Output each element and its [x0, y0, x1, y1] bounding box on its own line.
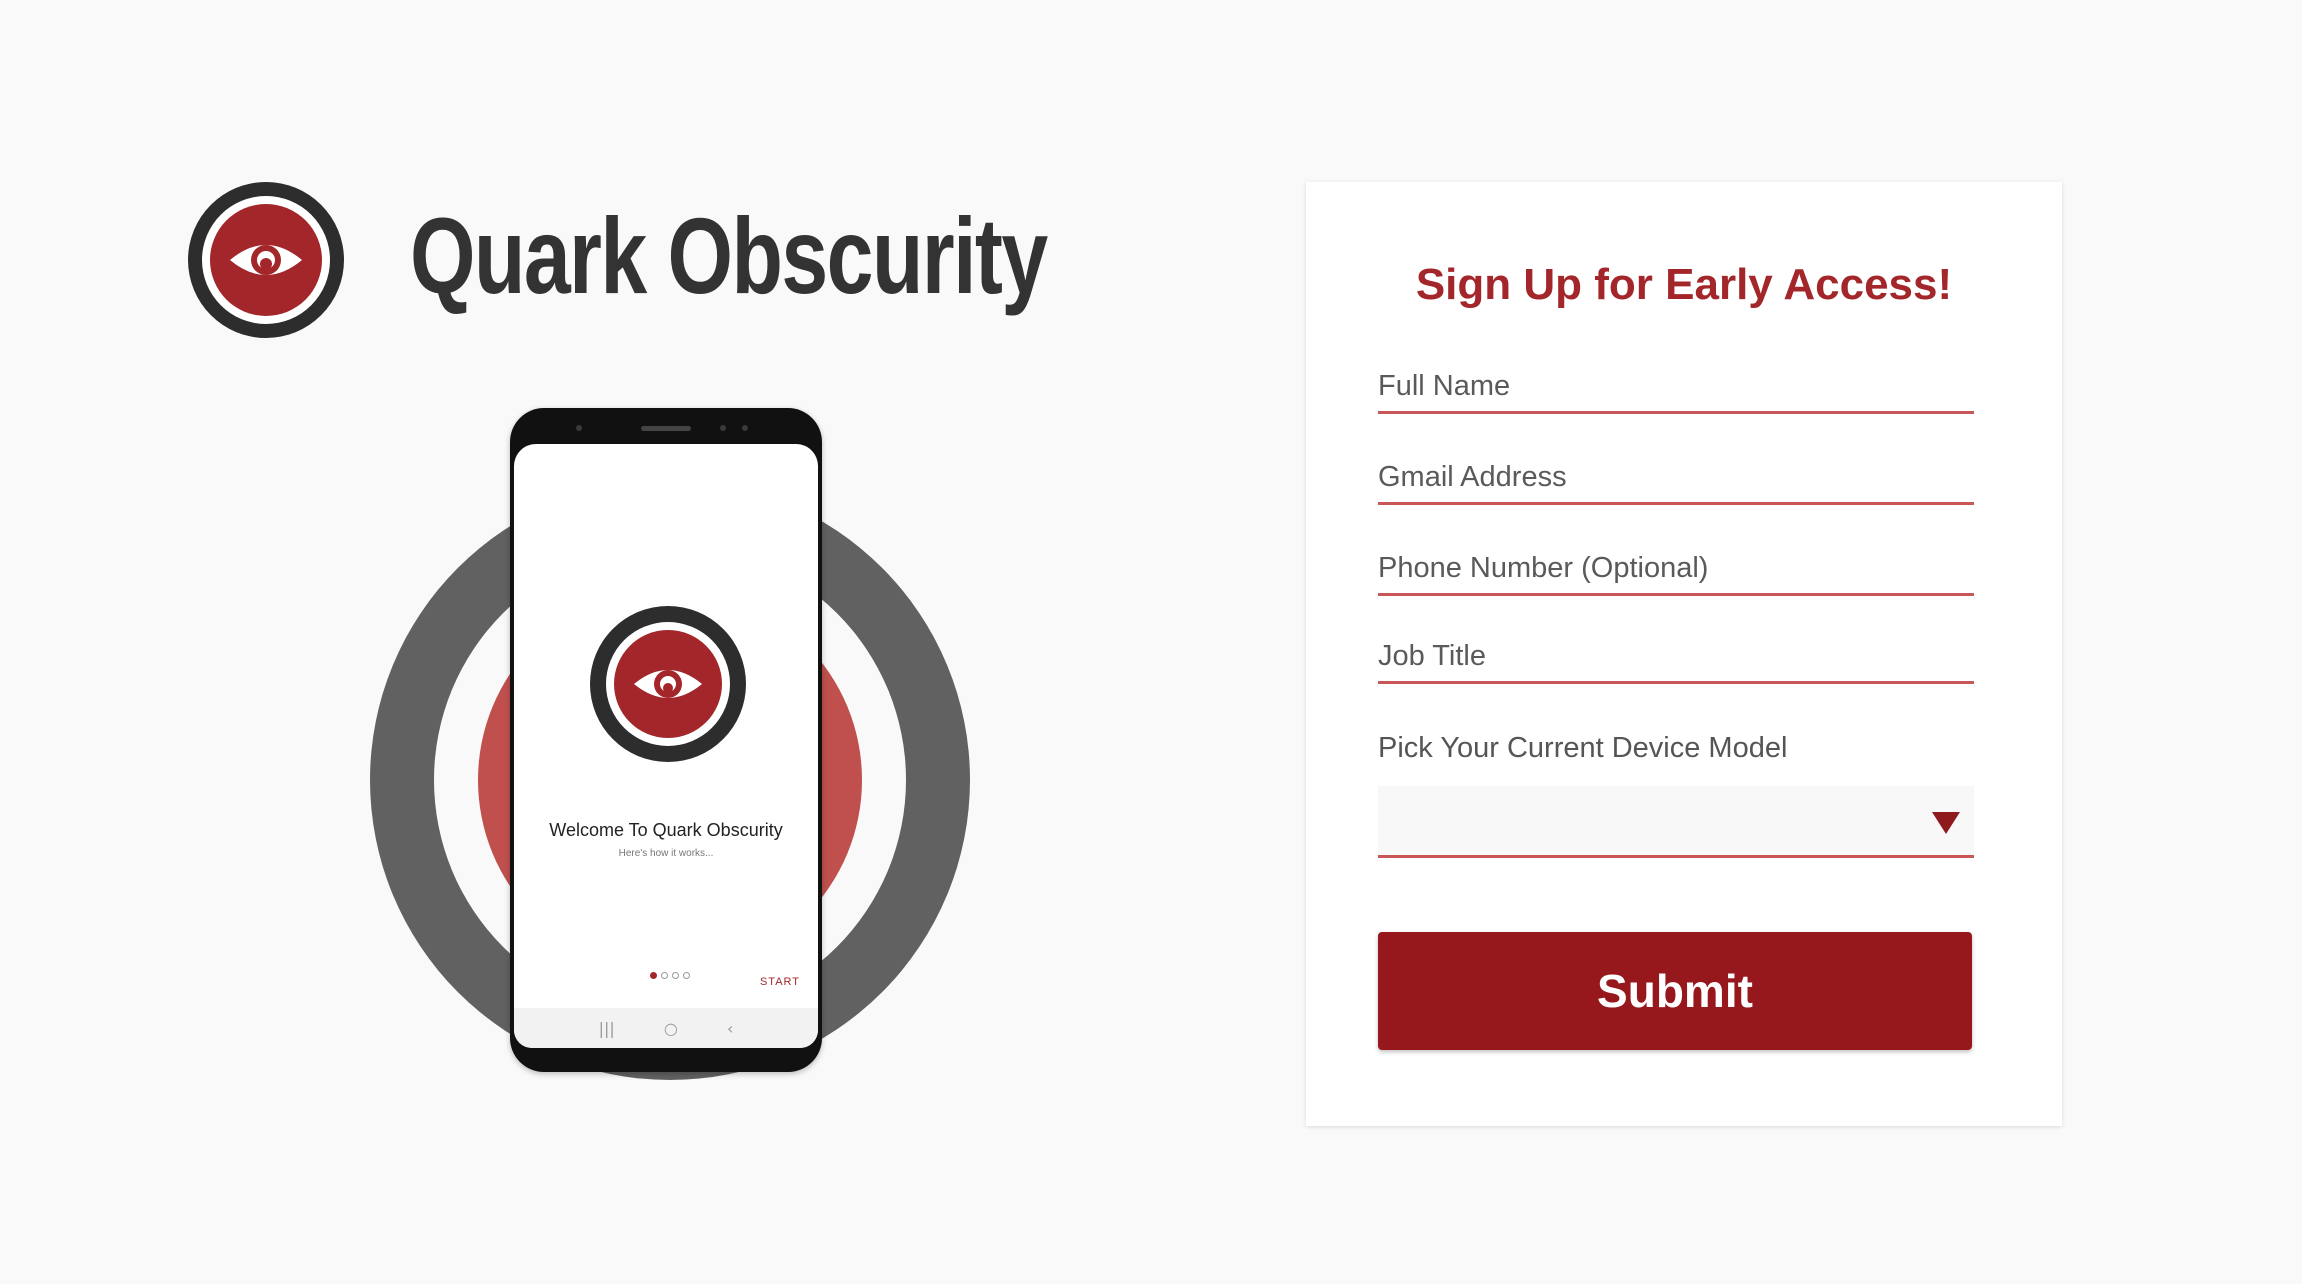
app-start-label: START	[759, 976, 800, 988]
phone-sensor	[576, 425, 582, 431]
phone-nav-bar: ||| ○ ‹	[514, 1008, 818, 1048]
phone-number-field	[1378, 544, 1974, 596]
phone-screen: Welcome To Quark Obscurity Here's how it…	[514, 444, 818, 1048]
app-eye-logo-icon	[590, 606, 746, 762]
device-model-label: Pick Your Current Device Model	[1378, 732, 1788, 764]
pager-dot	[650, 972, 657, 979]
phone-sensor	[720, 425, 726, 431]
gmail-address-input[interactable]	[1378, 453, 1974, 502]
eye-target-icon	[188, 182, 344, 338]
full-name-input[interactable]	[1378, 362, 1974, 411]
brand-title: Quark Obscurity	[410, 195, 1048, 316]
app-welcome-title: Welcome To Quark Obscurity	[549, 820, 783, 840]
pager-dot	[661, 972, 668, 979]
submit-button[interactable]: Submit	[1378, 932, 1972, 1050]
home-icon: ○	[663, 1018, 678, 1038]
phone-mockup: Welcome To Quark Obscurity Here's how it…	[510, 408, 822, 1072]
pager-dot	[672, 972, 679, 979]
phone-speaker	[641, 426, 691, 431]
pager-dot	[683, 972, 690, 979]
recent-apps-icon: |||	[598, 1018, 615, 1038]
form-title: Sign Up for Early Access!	[1415, 260, 1953, 309]
phone-top-bezel	[510, 408, 822, 444]
job-title-input[interactable]	[1378, 632, 1974, 681]
phone-number-input[interactable]	[1378, 544, 1974, 593]
pager-dots	[650, 972, 690, 982]
full-name-field	[1378, 362, 1974, 414]
app-welcome-subtitle: Here's how it works...	[618, 848, 714, 859]
dropdown-arrow-icon[interactable]	[1932, 812, 1960, 834]
job-title-field	[1378, 632, 1974, 684]
gmail-address-field	[1378, 453, 1974, 505]
signup-form: Sign Up for Early Access! Pick Your Curr…	[1306, 182, 2062, 1126]
back-icon: ‹	[726, 1018, 734, 1038]
phone-illustration: Welcome To Quark Obscurity Here's how it…	[360, 400, 980, 1100]
device-model-select[interactable]	[1378, 786, 1974, 858]
phone-camera	[742, 425, 748, 431]
